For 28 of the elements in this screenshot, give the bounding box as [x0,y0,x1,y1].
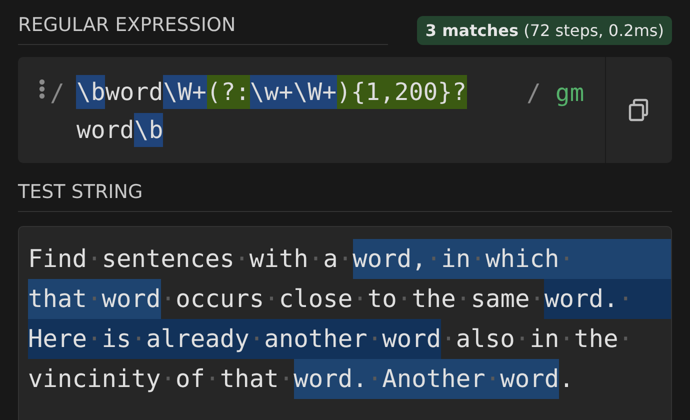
regex-flags[interactable]: gm [555,79,584,107]
regex-token: \W+ [163,75,207,109]
flags-delimiter: / [526,79,541,107]
test-string-text: ·also·in·the· [441,323,633,355]
section-title: REGULAR EXPRESSION [18,14,236,36]
test-string-field[interactable]: Find·sentences·with·a·word,·in·which· that·word·occurs·close·to·the·same·word.· Here·is·already·another·word·also·in·the· vincinity·of·that·word.·Another·word. [18,226,672,420]
regex-token: (?: [206,75,250,109]
drag-handle-icon[interactable] [38,79,46,99]
test-string-text: . [559,363,574,395]
regex-token: word [105,77,164,108]
test-string-text: vincinity·of·that· [28,363,294,395]
regex-token: ){1,200}? [336,75,467,109]
section-title: TEST STRING [18,181,143,203]
regex-field[interactable]: / \bword\W+(?:\w+\W+){1,200}? word\b / gm [18,57,672,163]
test-string-text: word.· [544,279,633,319]
test-string-text: Find·sentences·with·a· [28,243,353,275]
test-string-text: ·occurs·close·to·the·same· [160,283,544,315]
test-string-text: word.·Another·word [294,359,560,399]
regex-token: \b [76,75,106,109]
regex-token: word [76,115,134,146]
regex-token: \w+\W+ [250,75,337,109]
match-count-badge: 3 matches (72 steps, 0.2ms) [417,16,672,45]
regex-token: \b [134,113,164,147]
test-string-text: word,·in·which· [352,239,574,279]
copy-icon[interactable] [628,98,650,122]
regex-delimiter: / [50,78,64,109]
test-string-text: that·word [28,279,161,319]
test-string-text: Here·is·already·another·word [28,319,442,359]
